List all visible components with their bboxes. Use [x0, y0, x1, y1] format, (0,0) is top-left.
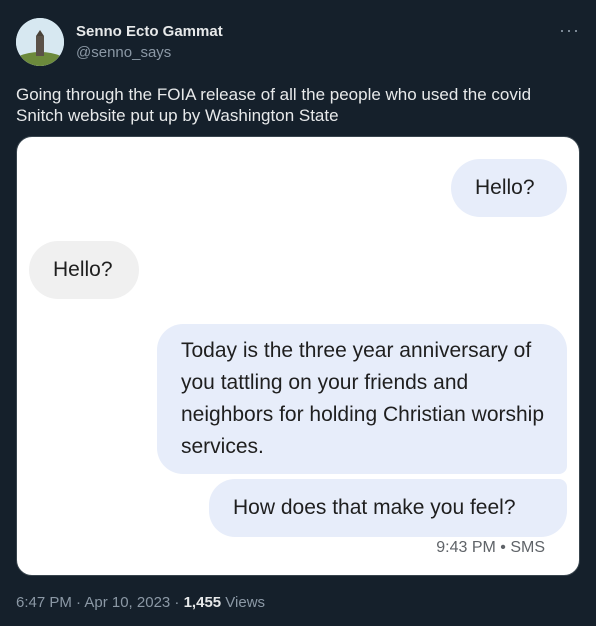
views-count: 1,455	[183, 594, 222, 611]
author-handle[interactable]: @senno_says	[76, 44, 171, 61]
tweet-text: Going through the FOIA release of all th…	[16, 85, 532, 125]
message-timestamp: 9:43 PM • SMS	[436, 539, 545, 556]
outgoing-message: Hello?	[451, 159, 567, 217]
tweet-timestamp[interactable]: 6:47 PM · Apr 10, 2023 ·	[16, 594, 184, 611]
author-name[interactable]: Senno Ecto Gammat	[76, 23, 223, 40]
outgoing-message: How does that make you feel?	[209, 479, 567, 537]
outgoing-message: Today is the three year anniversary of y…	[157, 324, 567, 474]
incoming-message: Hello?	[29, 241, 139, 299]
tweet-image[interactable]: Hello? Hello? Today is the three year an…	[16, 136, 580, 576]
avatar[interactable]	[16, 18, 64, 66]
views-label: Views	[221, 594, 266, 611]
tweet-header: Senno Ecto Gammat @senno_says ···	[16, 16, 580, 68]
more-options-icon[interactable]: ···	[559, 20, 580, 41]
tweet-footer: 6:47 PM · Apr 10, 2023 · 1,455 Views	[16, 594, 265, 611]
